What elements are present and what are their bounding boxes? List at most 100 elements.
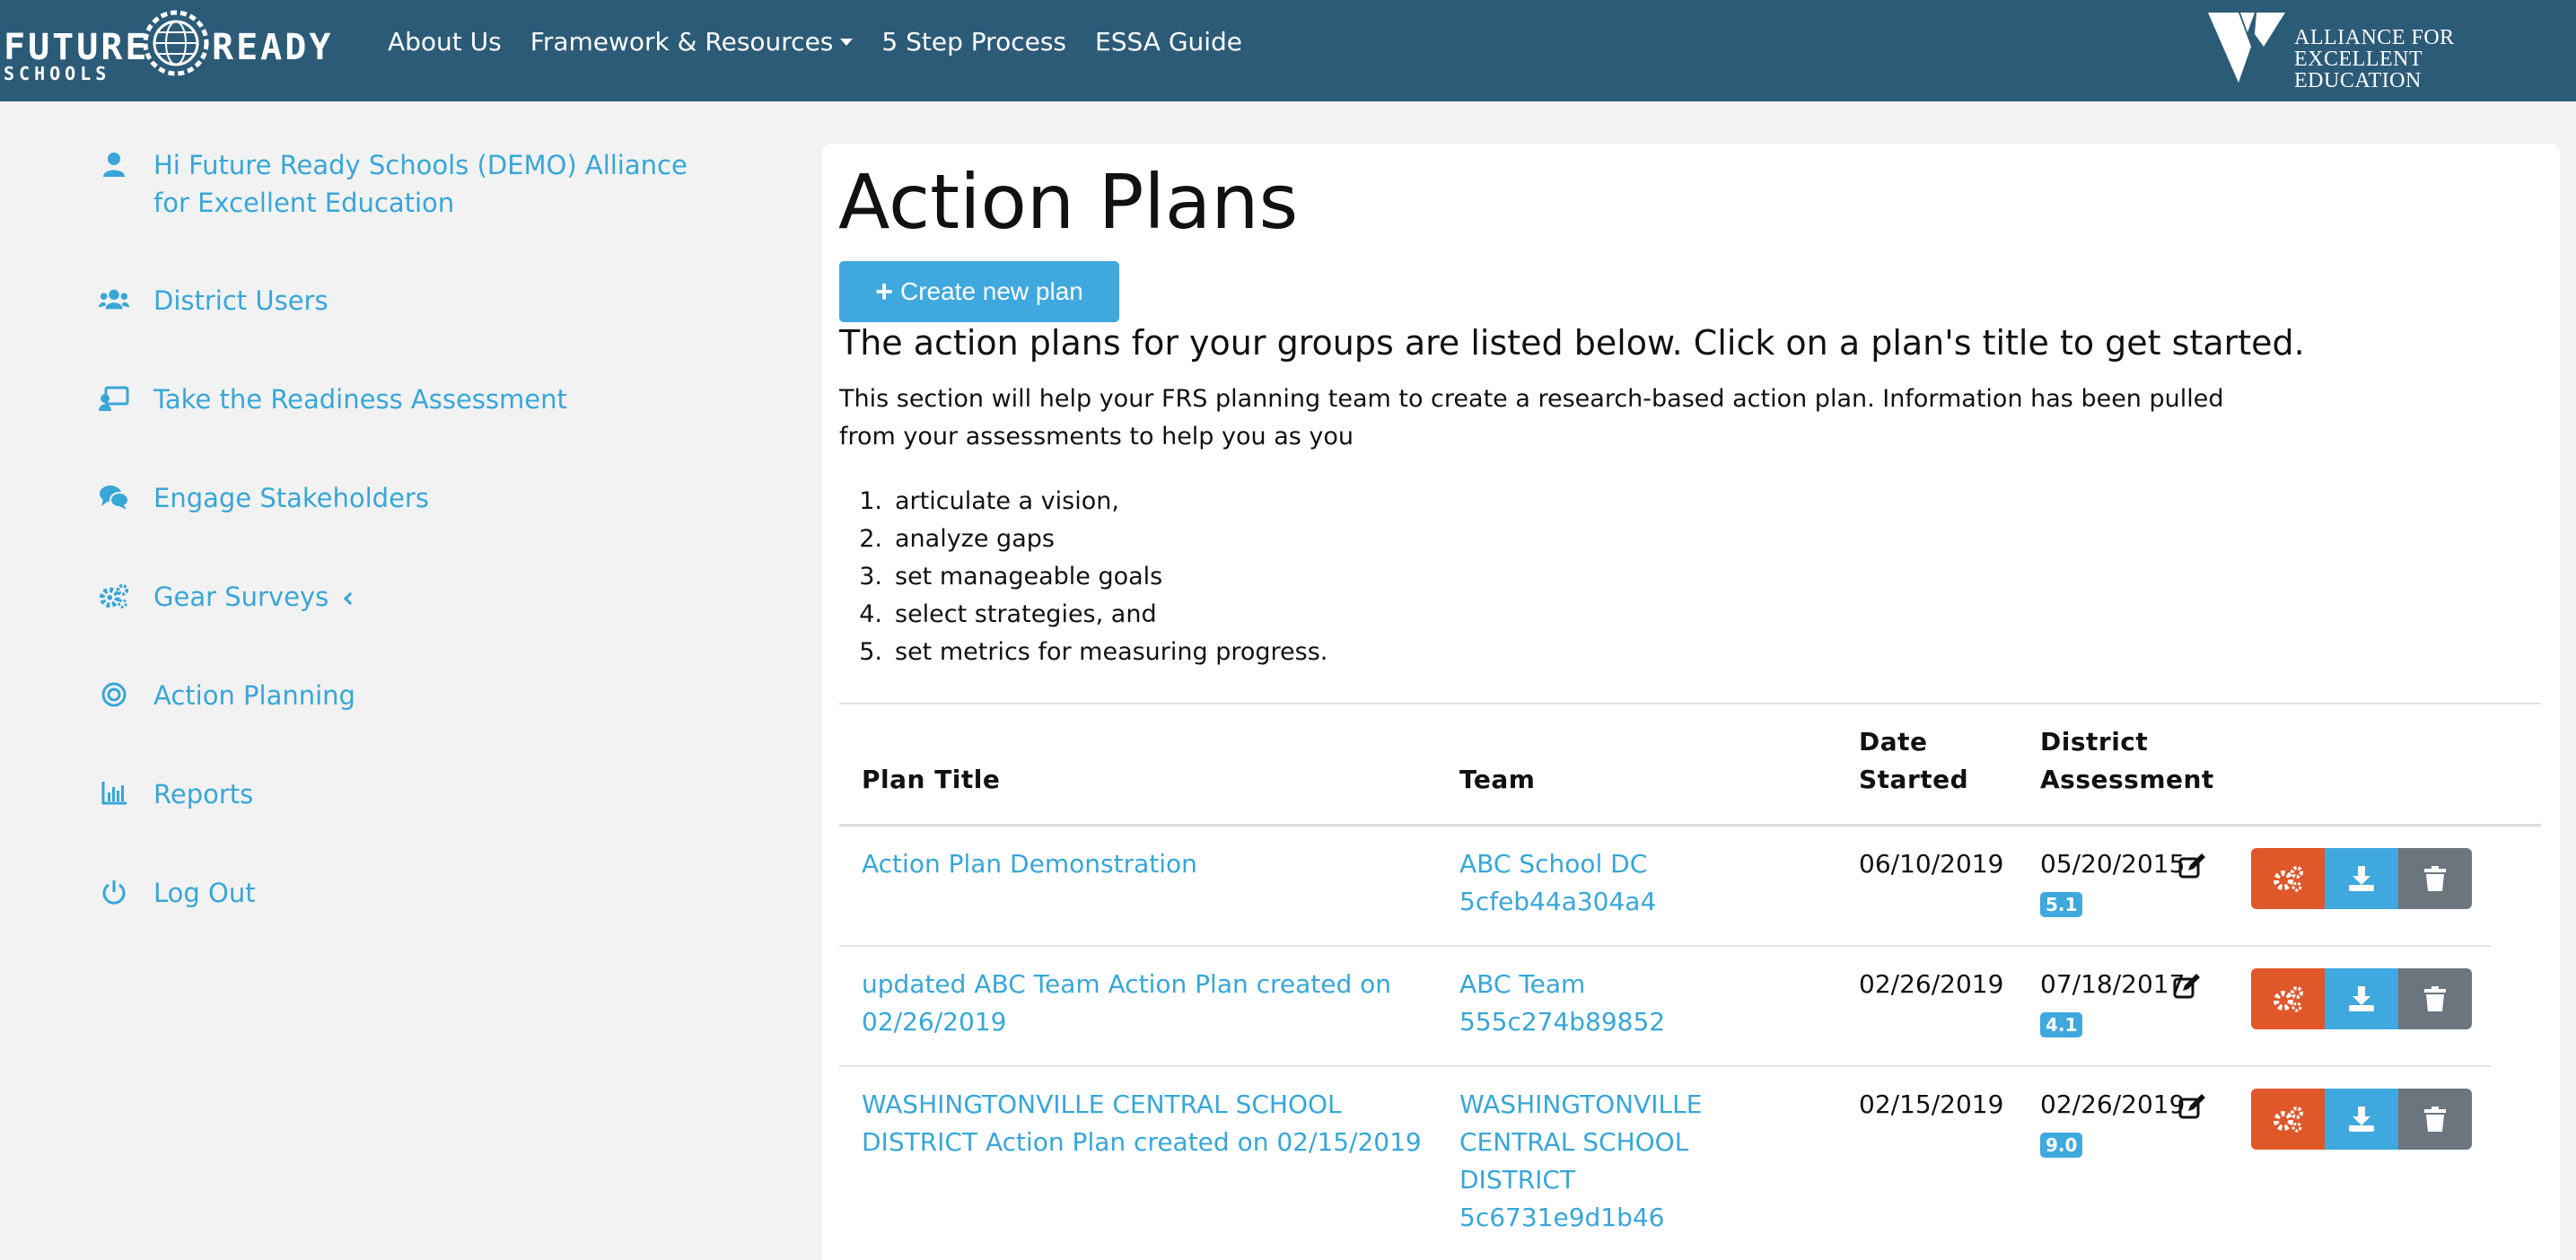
assessment-score-badge: 5.1 xyxy=(2040,892,2083,917)
column-header-district-assessment[interactable]: District Assessment xyxy=(2040,723,2214,799)
row-action-buttons xyxy=(2251,848,2472,909)
main-nav: About Us Framework & Resources 5 Step Pr… xyxy=(388,27,1271,57)
sidebar-label-district-users: District Users xyxy=(153,285,329,316)
sidebar-label-action-planning: Action Planning xyxy=(153,680,355,711)
trash-icon xyxy=(2424,866,2446,891)
team-link[interactable]: ABC School DC 5cfeb44a304a4 xyxy=(1459,845,1656,921)
step-item: 4. select strategies, and xyxy=(839,596,1327,634)
sidebar: Hi Future Ready Schools (DEMO) Alliance … xyxy=(0,101,808,1260)
bullseye-icon xyxy=(99,679,129,710)
caret-down-icon xyxy=(840,38,854,46)
plus-icon: + xyxy=(875,274,893,309)
nav-about-us[interactable]: About Us xyxy=(388,27,502,57)
sidebar-label-engage-stakeholders: Engage Stakeholders xyxy=(153,483,429,513)
chalkboard-teacher-icon xyxy=(99,383,129,414)
date-header-line-2: Started xyxy=(1859,765,1969,794)
edit-icon[interactable] xyxy=(2172,973,2201,1002)
edit-icon[interactable] xyxy=(2177,853,2206,881)
district-header-line-2: Assessment xyxy=(2040,765,2214,794)
cogs-icon xyxy=(2274,1107,2303,1133)
sidebar-item-action-planning[interactable]: Action Planning xyxy=(99,677,355,711)
row-action-buttons xyxy=(2251,968,2472,1029)
delete-plan-button[interactable] xyxy=(2398,1089,2472,1150)
action-plans-card: Action Plans + Create new plan The actio… xyxy=(822,144,2560,1260)
sidebar-label-readiness-assessment: Take the Readiness Assessment xyxy=(153,384,567,415)
nav-5-step-process[interactable]: 5 Step Process xyxy=(881,27,1066,57)
district-header-line-1: District xyxy=(2040,727,2149,757)
plan-settings-button[interactable] xyxy=(2251,848,2325,909)
sidebar-item-district-users[interactable]: District Users xyxy=(99,282,329,316)
page-title: Action Plans xyxy=(838,158,1299,246)
intro-text: This section will help your FRS planning… xyxy=(839,381,2311,456)
date-started: 02/15/2019 xyxy=(1859,1089,2004,1119)
logo-text-schools: SCHOOLS xyxy=(4,63,111,84)
intro-line-1: This section will help your FRS planning… xyxy=(839,385,2224,413)
download-icon xyxy=(2349,986,2374,1011)
team-name-line-2: CENTRAL SCHOOL xyxy=(1459,1127,1689,1157)
cogs-icon xyxy=(2274,986,2303,1012)
sidebar-item-reports[interactable]: Reports xyxy=(99,775,253,809)
download-plan-button[interactable] xyxy=(2325,1089,2398,1150)
sidebar-item-log-out[interactable]: Log Out xyxy=(99,874,256,908)
assessment-date: 02/26/2019 xyxy=(2040,1089,2186,1119)
nav-essa-guide[interactable]: ESSA Guide xyxy=(1095,27,1242,57)
alliance-logo[interactable]: ALLIANCE FOR EXCELLENT EDUCATION xyxy=(2208,11,2540,92)
row-divider xyxy=(839,945,2491,947)
plan-title-link[interactable]: WASHINGTONVILLE CENTRAL SCHOOL DISTRICT … xyxy=(862,1086,1422,1161)
steps-list: 1. articulate a vision, 2. analyze gaps 3.… xyxy=(839,483,1327,671)
sidebar-label-gear-surveys: Gear Surveys xyxy=(153,578,357,616)
plan-title-line-1: WASHINGTONVILLE CENTRAL SCHOOL xyxy=(862,1089,1342,1119)
plan-title-link[interactable]: Action Plan Demonstration xyxy=(862,845,1197,883)
create-new-plan-label: Create new plan xyxy=(899,277,1083,305)
user-icon xyxy=(99,149,129,179)
plan-settings-button[interactable] xyxy=(2251,968,2325,1029)
download-icon xyxy=(2349,866,2374,891)
plan-title-link[interactable]: updated ABC Team Action Plan created on … xyxy=(862,966,1391,1041)
delete-plan-button[interactable] xyxy=(2398,968,2472,1029)
column-header-team[interactable]: Team xyxy=(1459,761,1535,799)
download-plan-button[interactable] xyxy=(2325,848,2398,909)
team-link[interactable]: ABC Team 555c274b89852 xyxy=(1459,966,1665,1041)
team-link[interactable]: WASHINGTONVILLE CENTRAL SCHOOL DISTRICT … xyxy=(1459,1086,1702,1237)
step-text: articulate a vision, xyxy=(895,487,1119,515)
users-icon xyxy=(99,284,129,315)
create-new-plan-button[interactable]: + Create new plan xyxy=(839,261,1119,322)
assessment-date: 07/18/2017 xyxy=(2040,969,2186,999)
download-plan-button[interactable] xyxy=(2325,968,2398,1029)
sidebar-item-readiness-assessment[interactable]: Take the Readiness Assessment xyxy=(99,381,567,415)
team-name: ABC Team xyxy=(1459,969,1586,999)
sidebar-item-profile[interactable]: Hi Future Ready Schools (DEMO) Alliance … xyxy=(99,146,688,218)
globe-gear-icon xyxy=(143,10,209,76)
power-icon xyxy=(99,877,129,907)
comments-icon xyxy=(99,482,129,512)
trash-icon xyxy=(2424,1107,2446,1132)
sidebar-greeting: Hi Future Ready Schools (DEMO) Alliance … xyxy=(153,150,688,218)
step-item: 2. analyze gaps xyxy=(839,521,1327,558)
section-divider xyxy=(839,703,2541,704)
nav-framework-resources[interactable]: Framework & Resources xyxy=(530,27,854,57)
assessment-score-badge: 9.0 xyxy=(2040,1133,2083,1158)
cogs-icon xyxy=(99,581,129,611)
logo-text-ready: READY xyxy=(212,27,334,68)
nav-framework-label: Framework & Resources xyxy=(530,27,834,57)
step-text: set manageable goals xyxy=(895,563,1163,591)
plan-settings-button[interactable] xyxy=(2251,1089,2325,1150)
alliance-line-2: EXCELLENT EDUCATION xyxy=(2294,48,2423,92)
plan-title-line-2: 02/26/2019 xyxy=(862,1007,1007,1037)
team-id: 555c274b89852 xyxy=(1459,1007,1666,1037)
delete-plan-button[interactable] xyxy=(2398,848,2472,909)
column-header-date-started[interactable]: Date Started xyxy=(1859,723,1968,799)
step-item: 5. set metrics for measuring progress. xyxy=(839,634,1327,671)
sidebar-item-engage-stakeholders[interactable]: Engage Stakeholders xyxy=(99,479,429,513)
future-ready-schools-logo[interactable]: FUTURE READY SCHOOLS xyxy=(0,7,341,88)
row-action-buttons xyxy=(2251,1089,2472,1150)
team-id: 5cfeb44a304a4 xyxy=(1459,887,1657,916)
column-header-plan-title[interactable]: Plan Title xyxy=(862,761,1000,799)
assessment-date: 05/20/2015 xyxy=(2040,849,2186,879)
sidebar-item-gear-surveys[interactable]: Gear Surveys xyxy=(99,578,357,612)
step-text: select strategies, and xyxy=(895,600,1157,628)
edit-icon[interactable] xyxy=(2177,1093,2206,1122)
team-name: ABC School DC xyxy=(1459,849,1648,879)
alliance-wordmark: ALLIANCE FOR EXCELLENT EDUCATION xyxy=(2294,27,2540,92)
step-text: analyze gaps xyxy=(895,525,1055,553)
